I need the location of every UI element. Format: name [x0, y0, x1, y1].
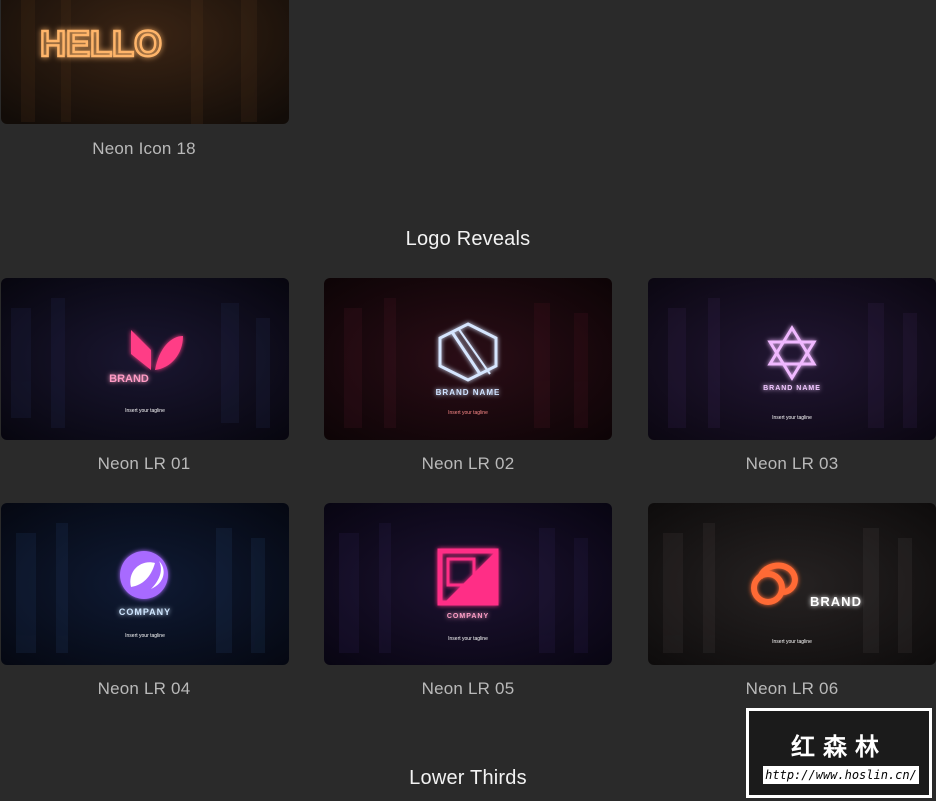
watermark-title: 红森林 — [791, 734, 887, 761]
tagline-text: Insert your tagline — [125, 408, 165, 414]
neon-hello-text: HELLO — [40, 23, 162, 64]
brand-text: COMPANY — [119, 607, 171, 617]
caption-neon-lr-01[interactable]: Neon LR 01 — [0, 454, 288, 474]
template-browser: HELLO Neon Icon 18 Logo Reveals BRAND In… — [0, 0, 936, 801]
tagline-text: Insert your tagline — [448, 410, 488, 416]
tagline-text: Insert your tagline — [772, 639, 812, 645]
thumbnail-neon-lr-01[interactable]: BRAND Insert your tagline — [1, 278, 289, 440]
caption-neon-lr-04[interactable]: Neon LR 04 — [0, 679, 288, 699]
tagline-text: Insert your tagline — [448, 636, 488, 642]
brand-text: BRAND NAME — [763, 385, 821, 392]
circle-leaf-logo-icon — [120, 551, 168, 599]
caption-neon-lr-03[interactable]: Neon LR 03 — [648, 454, 936, 474]
caption-neon-icon-18[interactable]: Neon Icon 18 — [0, 139, 288, 159]
thumbnail-neon-lr-04[interactable]: COMPANY Insert your tagline — [1, 503, 289, 665]
caption-neon-lr-05[interactable]: Neon LR 05 — [324, 679, 612, 699]
brand-text: BRAND — [109, 373, 149, 385]
thumbnail-neon-lr-02[interactable]: BRAND NAME Insert your tagline — [324, 278, 612, 440]
brand-text: COMPANY — [447, 613, 489, 620]
thumbnail-neon-lr-03[interactable]: BRAND NAME Insert your tagline — [648, 278, 936, 440]
watermark-logo: 红森林 http://www.hoslin.cn/ — [746, 708, 932, 798]
brand-text: BRAND — [810, 594, 862, 609]
thumbnail-neon-icon-18[interactable]: HELLO — [1, 0, 289, 124]
tagline-text: Insert your tagline — [125, 633, 165, 639]
thumbnail-neon-lr-05[interactable]: COMPANY Insert your tagline — [324, 503, 612, 665]
section-title-logo-reveals: Logo Reveals — [405, 228, 531, 250]
caption-neon-lr-06[interactable]: Neon LR 06 — [648, 679, 936, 699]
caption-neon-lr-02[interactable]: Neon LR 02 — [324, 454, 612, 474]
tagline-text: Insert your tagline — [772, 415, 812, 421]
thumbnail-neon-lr-06[interactable]: BRAND Insert your tagline — [648, 503, 936, 665]
brand-text: BRAND NAME — [436, 388, 501, 397]
watermark-url: http://www.hoslin.cn/ — [763, 766, 919, 784]
